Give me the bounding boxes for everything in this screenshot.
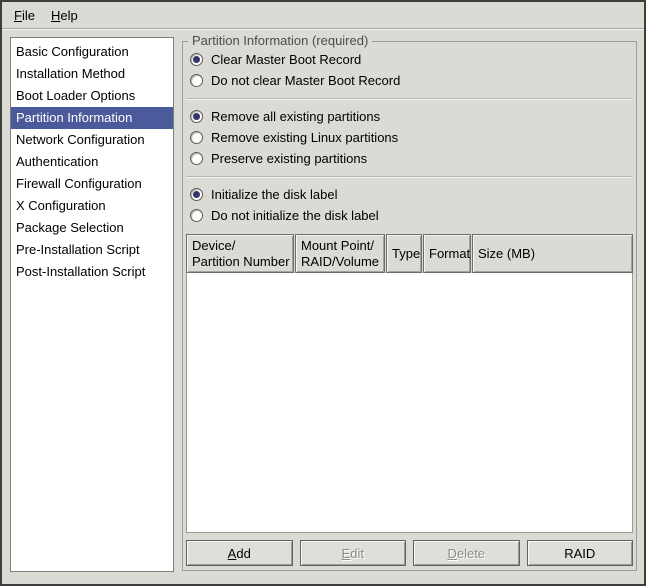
column-header-line: Device/	[192, 238, 293, 254]
delete-button[interactable]: Delete	[413, 540, 520, 566]
button-label: dit	[350, 546, 364, 561]
column-header-mount-point-raid-volume[interactable]: Mount Point/ RAID/Volume	[295, 234, 385, 273]
edit-button[interactable]: Edit	[300, 540, 407, 566]
sidebar-item-package-selection[interactable]: Package Selection	[11, 217, 173, 239]
menu-help[interactable]: Help	[43, 5, 86, 26]
partition-table: Device/ Partition Number Mount Point/ RA…	[186, 234, 633, 533]
button-label: elete	[457, 546, 485, 561]
sidebar-item-firewall-configuration[interactable]: Firewall Configuration	[11, 173, 173, 195]
radio-selected-icon	[190, 53, 203, 66]
sidebar-item-network-configuration[interactable]: Network Configuration	[11, 129, 173, 151]
sidebar-item-post-installation-script[interactable]: Post-Installation Script	[11, 261, 173, 283]
radio-preserve-partitions[interactable]: Preserve existing partitions	[186, 148, 633, 169]
separator	[186, 176, 633, 177]
radio-label: Remove existing Linux partitions	[211, 130, 398, 145]
column-header-line: Type	[392, 246, 421, 262]
radio-do-not-clear-mbr[interactable]: Do not clear Master Boot Record	[186, 70, 633, 91]
menu-bar: File Help	[2, 2, 644, 29]
radio-label: Initialize the disk label	[211, 187, 337, 202]
sidebar-item-x-configuration[interactable]: X Configuration	[11, 195, 173, 217]
menu-file-mnemonic: F	[14, 8, 22, 23]
frame-body: Clear Master Boot Record Do not clear Ma…	[186, 49, 633, 566]
kickstart-configurator-window: File Help Basic Configuration Installati…	[0, 0, 646, 586]
radio-unselected-icon	[190, 131, 203, 144]
radio-remove-linux-partitions[interactable]: Remove existing Linux partitions	[186, 127, 633, 148]
separator	[186, 98, 633, 99]
sidebar-item-authentication[interactable]: Authentication	[11, 151, 173, 173]
radio-label: Clear Master Boot Record	[211, 52, 361, 67]
button-row: Add Edit Delete RAID	[186, 540, 633, 566]
sidebar-item-partition-information[interactable]: Partition Information	[11, 107, 173, 129]
column-header-type[interactable]: Type	[386, 234, 422, 273]
button-mnemonic: D	[447, 546, 456, 561]
sidebar-item-basic-configuration[interactable]: Basic Configuration	[11, 41, 173, 63]
main-content: Basic Configuration Installation Method …	[2, 30, 644, 584]
column-header-line: Mount Point/	[301, 238, 384, 254]
column-header-line: Format	[429, 246, 470, 262]
raid-button[interactable]: RAID	[527, 540, 634, 566]
button-label: RAID	[564, 546, 595, 561]
radio-selected-icon	[190, 110, 203, 123]
radio-do-not-initialize-disk-label[interactable]: Do not initialize the disk label	[186, 205, 633, 226]
radio-unselected-icon	[190, 74, 203, 87]
sidebar-item-pre-installation-script[interactable]: Pre-Installation Script	[11, 239, 173, 261]
partition-information-frame: Partition Information (required) Clear M…	[182, 41, 637, 571]
radio-unselected-icon	[190, 209, 203, 222]
sidebar-item-installation-method[interactable]: Installation Method	[11, 63, 173, 85]
sidebar-item-boot-loader-options[interactable]: Boot Loader Options	[11, 85, 173, 107]
column-header-device-partition-number[interactable]: Device/ Partition Number	[186, 234, 294, 273]
radio-clear-mbr[interactable]: Clear Master Boot Record	[186, 49, 633, 70]
radio-label: Preserve existing partitions	[211, 151, 367, 166]
column-header-line: RAID/Volume	[301, 254, 384, 270]
radio-initialize-disk-label[interactable]: Initialize the disk label	[186, 184, 633, 205]
column-header-line: Size (MB)	[478, 246, 632, 262]
column-header-size-mb[interactable]: Size (MB)	[472, 234, 633, 273]
menu-file[interactable]: File	[6, 5, 43, 26]
menu-help-label: elp	[60, 8, 77, 23]
menu-file-label: ile	[22, 8, 35, 23]
button-mnemonic: E	[342, 546, 351, 561]
partition-table-header: Device/ Partition Number Mount Point/ RA…	[186, 234, 633, 273]
radio-selected-icon	[190, 188, 203, 201]
partition-table-body[interactable]	[186, 273, 633, 533]
radio-label: Do not initialize the disk label	[211, 208, 379, 223]
button-label: dd	[236, 546, 250, 561]
column-header-format[interactable]: Format	[423, 234, 471, 273]
category-list: Basic Configuration Installation Method …	[10, 37, 174, 572]
radio-label: Remove all existing partitions	[211, 109, 380, 124]
radio-unselected-icon	[190, 152, 203, 165]
column-header-line: Partition Number	[192, 254, 293, 270]
add-button[interactable]: Add	[186, 540, 293, 566]
radio-label: Do not clear Master Boot Record	[211, 73, 400, 88]
radio-remove-all-partitions[interactable]: Remove all existing partitions	[186, 106, 633, 127]
frame-title: Partition Information (required)	[188, 33, 372, 48]
menu-help-mnemonic: H	[51, 8, 60, 23]
